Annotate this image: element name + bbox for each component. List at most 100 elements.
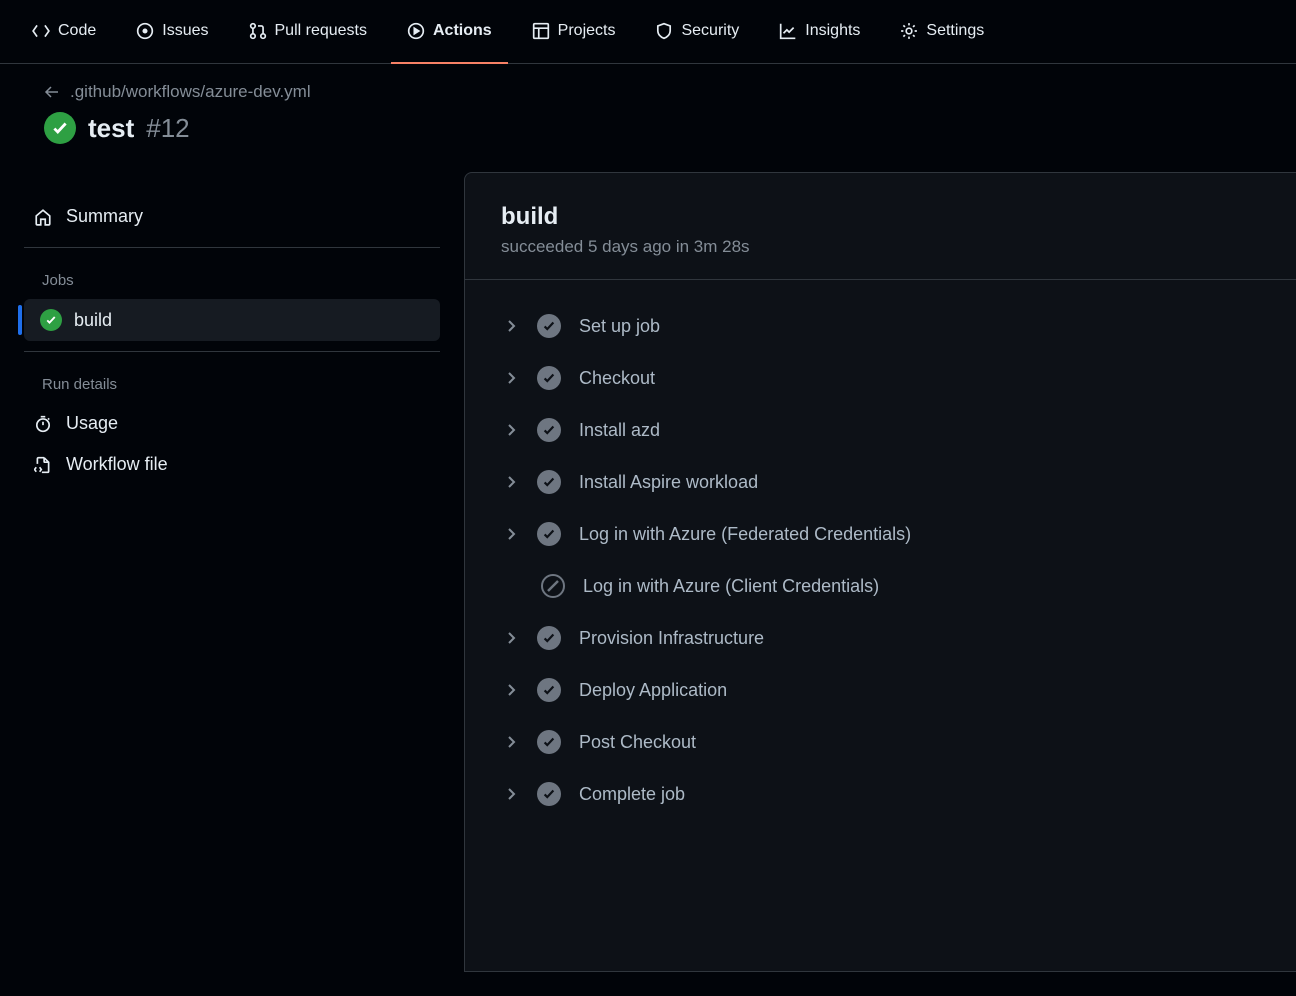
nav-tab-settings[interactable]: Settings [884, 0, 1000, 64]
sidebar-jobs-title: Jobs [18, 258, 446, 299]
status-badge-success [40, 309, 62, 331]
chevron-right-icon [503, 682, 519, 698]
status-success-icon [537, 522, 561, 546]
sidebar-job-build[interactable]: build [24, 299, 440, 341]
step-row[interactable]: Provision Infrastructure [489, 612, 1272, 664]
home-icon [34, 208, 52, 226]
job-subtitle: succeeded 5 days ago in 3m 28s [501, 237, 1260, 257]
status-success-icon [537, 418, 561, 442]
step-row[interactable]: Checkout [489, 352, 1272, 404]
sidebar-workflow-file-label: Workflow file [66, 454, 168, 475]
nav-tab-security[interactable]: Security [639, 0, 755, 64]
status-badge-success [44, 112, 76, 144]
divider [24, 247, 440, 248]
step-row[interactable]: Install Aspire workload [489, 456, 1272, 508]
nav-tab-actions[interactable]: Actions [391, 0, 508, 64]
chevron-right-icon [503, 422, 519, 438]
step-label: Post Checkout [579, 732, 696, 753]
chevron-right-icon [503, 474, 519, 490]
breadcrumb-text: .github/workflows/azure-dev.yml [70, 82, 311, 102]
repo-nav: Code Issues Pull requests Actions Projec… [0, 0, 1296, 64]
insights-icon [779, 22, 797, 40]
workflow-file-icon [34, 456, 52, 474]
check-icon [542, 735, 556, 749]
step-row[interactable]: Complete job [489, 768, 1272, 820]
chevron-right-icon [503, 786, 519, 802]
divider [24, 351, 440, 352]
chevron-right-icon [503, 318, 519, 334]
check-icon [542, 423, 556, 437]
nav-tab-code[interactable]: Code [16, 0, 112, 64]
step-label: Checkout [579, 368, 655, 389]
status-success-icon [537, 470, 561, 494]
sidebar-summary-label: Summary [66, 206, 143, 227]
sidebar-usage-label: Usage [66, 413, 118, 434]
nav-label: Pull requests [275, 22, 368, 40]
check-icon [51, 119, 69, 137]
chevron-right-icon [503, 422, 519, 438]
nav-tab-issues[interactable]: Issues [120, 0, 224, 64]
step-label: Provision Infrastructure [579, 628, 764, 649]
steps-list: Set up job Checkout Install azd Install Asp… [465, 280, 1296, 840]
check-icon [542, 319, 556, 333]
step-label: Install Aspire workload [579, 472, 758, 493]
step-label: Log in with Azure (Federated Credentials… [579, 524, 911, 545]
step-label: Log in with Azure (Client Credentials) [583, 576, 879, 597]
chevron-right-icon [503, 526, 519, 542]
status-skipped-icon [541, 574, 565, 598]
workflow-header: .github/workflows/azure-dev.yml test #12 [0, 64, 1296, 172]
check-icon [542, 371, 556, 385]
breadcrumb[interactable]: .github/workflows/azure-dev.yml [44, 82, 1264, 102]
chevron-right-icon [503, 370, 519, 386]
sidebar-usage[interactable]: Usage [18, 403, 446, 444]
step-row[interactable]: Set up job [489, 300, 1272, 352]
issues-icon [136, 22, 154, 40]
actions-icon [407, 22, 425, 40]
chevron-right-icon [503, 370, 519, 386]
security-icon [655, 22, 673, 40]
sidebar-summary[interactable]: Summary [18, 196, 446, 237]
check-icon [542, 527, 556, 541]
nav-tab-pull-requests[interactable]: Pull requests [233, 0, 384, 64]
check-icon [542, 787, 556, 801]
job-detail-panel: build succeeded 5 days ago in 3m 28s Set… [464, 172, 1296, 972]
step-row[interactable]: Deploy Application [489, 664, 1272, 716]
nav-label: Code [58, 22, 96, 40]
nav-label: Actions [433, 22, 492, 40]
step-row[interactable]: Post Checkout [489, 716, 1272, 768]
stopwatch-icon [34, 415, 52, 433]
chevron-right-icon [503, 682, 519, 698]
step-row[interactable]: Log in with Azure (Client Credentials) [489, 560, 1272, 612]
sidebar-rundetails-title: Run details [18, 362, 446, 403]
main-layout: Summary Jobs build Run details Usage Wor… [0, 172, 1296, 972]
job-header: build succeeded 5 days ago in 3m 28s [465, 173, 1296, 280]
check-icon [542, 683, 556, 697]
projects-icon [532, 22, 550, 40]
status-success-icon [537, 782, 561, 806]
step-row[interactable]: Install azd [489, 404, 1272, 456]
nav-tab-projects[interactable]: Projects [516, 0, 632, 64]
skip-icon [543, 576, 563, 596]
check-icon [542, 631, 556, 645]
status-success-icon [537, 366, 561, 390]
settings-icon [900, 22, 918, 40]
nav-label: Projects [558, 22, 616, 40]
step-label: Install azd [579, 420, 660, 441]
status-success-icon [537, 626, 561, 650]
nav-tab-insights[interactable]: Insights [763, 0, 876, 64]
check-icon [542, 475, 556, 489]
step-row[interactable]: Log in with Azure (Federated Credentials… [489, 508, 1272, 560]
sidebar-workflow-file[interactable]: Workflow file [18, 444, 446, 485]
step-label: Deploy Application [579, 680, 727, 701]
chevron-right-icon [503, 526, 519, 542]
sidebar: Summary Jobs build Run details Usage Wor… [0, 172, 464, 972]
chevron-right-icon [503, 734, 519, 750]
check-icon [45, 314, 57, 326]
code-icon [32, 22, 50, 40]
chevron-right-icon [503, 474, 519, 490]
nav-label: Insights [805, 22, 860, 40]
nav-label: Issues [162, 22, 208, 40]
nav-label: Settings [926, 22, 984, 40]
run-title: test [88, 113, 134, 144]
step-label: Complete job [579, 784, 685, 805]
